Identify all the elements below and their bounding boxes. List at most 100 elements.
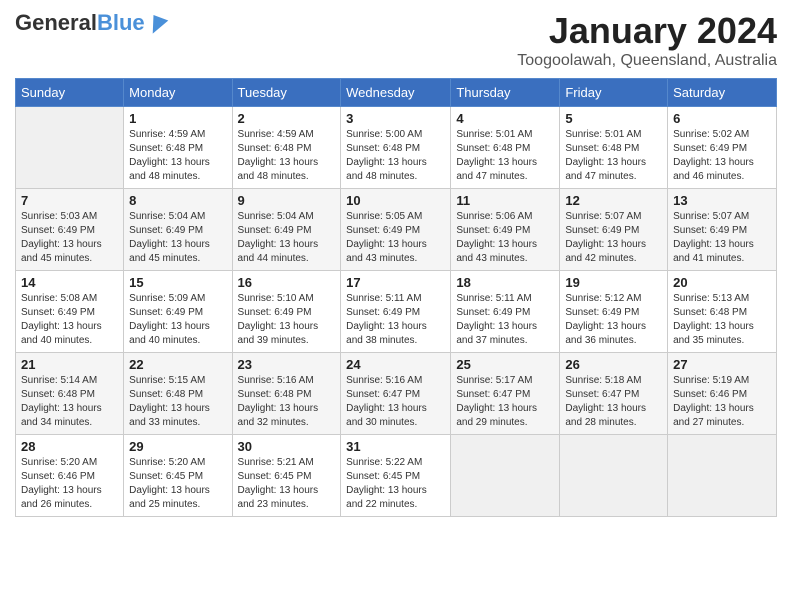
day-number: 10 — [346, 193, 445, 208]
month-title: January 2024 — [517, 10, 777, 52]
day-info: Sunrise: 4:59 AMSunset: 6:48 PMDaylight:… — [238, 128, 336, 184]
page-header: General Blue January 2024 Toogoolawah, Q… — [15, 10, 777, 70]
calendar-cell — [560, 435, 668, 517]
calendar-cell: 22 Sunrise: 5:15 AMSunset: 6:48 PMDayligh… — [124, 353, 232, 435]
day-info: Sunrise: 5:11 AMSunset: 6:49 PMDaylight:… — [346, 292, 445, 348]
day-info: Sunrise: 5:00 AMSunset: 6:48 PMDaylight:… — [346, 128, 445, 184]
day-number: 4 — [456, 111, 554, 126]
day-number: 31 — [346, 439, 445, 454]
calendar-cell — [16, 107, 124, 189]
day-number: 22 — [129, 357, 226, 372]
calendar-cell: 29Sunrise: 5:20 AMSunset: 6:45 PMDayligh… — [124, 435, 232, 517]
calendar-cell: 15 Sunrise: 5:09 AMSunset: 6:49 PMDayligh… — [124, 271, 232, 353]
calendar-cell: 2 Sunrise: 4:59 AMSunset: 6:48 PMDaylight… — [232, 107, 341, 189]
day-info: Sunrise: 5:01 AMSunset: 6:48 PMDaylight:… — [565, 128, 662, 184]
logo-blue: Blue — [97, 10, 145, 36]
day-number: 28 — [21, 439, 118, 454]
day-info: Sunrise: 5:13 AMSunset: 6:48 PMDaylight:… — [673, 292, 771, 348]
day-info: Sunrise: 5:12 AMSunset: 6:49 PMDaylight:… — [565, 292, 662, 348]
calendar-cell: 10Sunrise: 5:05 AMSunset: 6:49 PMDayligh… — [341, 189, 451, 271]
day-info: Sunrise: 5:08 AMSunset: 6:49 PMDaylight:… — [21, 292, 118, 348]
logo-bird-icon — [145, 8, 168, 33]
day-number: 2 — [238, 111, 336, 126]
header-cell-saturday: Saturday — [668, 79, 777, 107]
calendar-cell: 21 Sunrise: 5:14 AMSunset: 6:48 PMDayligh… — [16, 353, 124, 435]
header-cell-tuesday: Tuesday — [232, 79, 341, 107]
day-info: Sunrise: 5:20 AMSunset: 6:45 PMDaylight:… — [129, 456, 226, 512]
calendar-cell: 27Sunrise: 5:19 AMSunset: 6:46 PMDayligh… — [668, 353, 777, 435]
day-info: Sunrise: 5:18 AMSunset: 6:47 PMDaylight:… — [565, 374, 662, 430]
calendar-cell: 9Sunrise: 5:04 AMSunset: 6:49 PMDaylight… — [232, 189, 341, 271]
calendar-cell: 13 Sunrise: 5:07 AMSunset: 6:49 PMDayligh… — [668, 189, 777, 271]
header-row: SundayMondayTuesdayWednesdayThursdayFrid… — [16, 79, 777, 107]
day-info: Sunrise: 5:14 AMSunset: 6:48 PMDaylight:… — [21, 374, 118, 430]
day-number: 7 — [21, 193, 118, 208]
day-number: 3 — [346, 111, 445, 126]
day-number: 1 — [129, 111, 226, 126]
calendar-cell: 11 Sunrise: 5:06 AMSunset: 6:49 PMDayligh… — [451, 189, 560, 271]
day-number: 18 — [456, 275, 554, 290]
header-cell-friday: Friday — [560, 79, 668, 107]
day-number: 24 — [346, 357, 445, 372]
day-info: Sunrise: 5:07 AMSunset: 6:49 PMDaylight:… — [673, 210, 771, 266]
day-info: Sunrise: 5:02 AMSunset: 6:49 PMDaylight:… — [673, 128, 771, 184]
day-number: 23 — [238, 357, 336, 372]
day-number: 20 — [673, 275, 771, 290]
day-info: Sunrise: 5:03 AMSunset: 6:49 PMDaylight:… — [21, 210, 118, 266]
header-cell-thursday: Thursday — [451, 79, 560, 107]
calendar-cell: 12 Sunrise: 5:07 AMSunset: 6:49 PMDayligh… — [560, 189, 668, 271]
calendar-table: SundayMondayTuesdayWednesdayThursdayFrid… — [15, 78, 777, 517]
header-cell-sunday: Sunday — [16, 79, 124, 107]
week-row-5: 28 Sunrise: 5:20 AMSunset: 6:46 PMDayligh… — [16, 435, 777, 517]
day-info: Sunrise: 5:09 AMSunset: 6:49 PMDaylight:… — [129, 292, 226, 348]
calendar-body: 1 Sunrise: 4:59 AMSunset: 6:48 PMDaylight… — [16, 107, 777, 517]
day-info: Sunrise: 5:19 AMSunset: 6:46 PMDaylight:… — [673, 374, 771, 430]
day-info: Sunrise: 5:07 AMSunset: 6:49 PMDaylight:… — [565, 210, 662, 266]
calendar-cell: 1 Sunrise: 4:59 AMSunset: 6:48 PMDaylight… — [124, 107, 232, 189]
day-number: 11 — [456, 193, 554, 208]
day-number: 16 — [238, 275, 336, 290]
day-info: Sunrise: 5:06 AMSunset: 6:49 PMDaylight:… — [456, 210, 554, 266]
day-number: 12 — [565, 193, 662, 208]
calendar-cell: 25Sunrise: 5:17 AMSunset: 6:47 PMDayligh… — [451, 353, 560, 435]
logo-general: General — [15, 10, 97, 36]
day-info: Sunrise: 4:59 AMSunset: 6:48 PMDaylight:… — [129, 128, 226, 184]
calendar-cell: 4 Sunrise: 5:01 AMSunset: 6:48 PMDaylight… — [451, 107, 560, 189]
day-number: 6 — [673, 111, 771, 126]
day-number: 30 — [238, 439, 336, 454]
logo: General Blue — [15, 10, 167, 36]
calendar-cell: 20 Sunrise: 5:13 AMSunset: 6:48 PMDayligh… — [668, 271, 777, 353]
week-row-3: 14Sunrise: 5:08 AMSunset: 6:49 PMDayligh… — [16, 271, 777, 353]
calendar-cell: 24Sunrise: 5:16 AMSunset: 6:47 PMDayligh… — [341, 353, 451, 435]
day-number: 5 — [565, 111, 662, 126]
day-info: Sunrise: 5:10 AMSunset: 6:49 PMDaylight:… — [238, 292, 336, 348]
day-info: Sunrise: 5:20 AMSunset: 6:46 PMDaylight:… — [21, 456, 118, 512]
day-info: Sunrise: 5:16 AMSunset: 6:48 PMDaylight:… — [238, 374, 336, 430]
calendar-cell — [668, 435, 777, 517]
day-number: 21 — [21, 357, 118, 372]
calendar-cell: 8Sunrise: 5:04 AMSunset: 6:49 PMDaylight… — [124, 189, 232, 271]
title-block: January 2024 Toogoolawah, Queensland, Au… — [517, 10, 777, 70]
header-cell-monday: Monday — [124, 79, 232, 107]
day-number: 25 — [456, 357, 554, 372]
calendar-cell: 6 Sunrise: 5:02 AMSunset: 6:49 PMDaylight… — [668, 107, 777, 189]
calendar-cell — [451, 435, 560, 517]
header-cell-wednesday: Wednesday — [341, 79, 451, 107]
day-info: Sunrise: 5:22 AMSunset: 6:45 PMDaylight:… — [346, 456, 445, 512]
day-number: 26 — [565, 357, 662, 372]
week-row-4: 21 Sunrise: 5:14 AMSunset: 6:48 PMDayligh… — [16, 353, 777, 435]
calendar-cell: 31 Sunrise: 5:22 AMSunset: 6:45 PMDayligh… — [341, 435, 451, 517]
calendar-cell: 19Sunrise: 5:12 AMSunset: 6:49 PMDayligh… — [560, 271, 668, 353]
calendar-cell: 30Sunrise: 5:21 AMSunset: 6:45 PMDayligh… — [232, 435, 341, 517]
day-info: Sunrise: 5:15 AMSunset: 6:48 PMDaylight:… — [129, 374, 226, 430]
day-number: 15 — [129, 275, 226, 290]
calendar-cell: 28 Sunrise: 5:20 AMSunset: 6:46 PMDayligh… — [16, 435, 124, 517]
calendar-cell: 3 Sunrise: 5:00 AMSunset: 6:48 PMDaylight… — [341, 107, 451, 189]
calendar-cell: 23 Sunrise: 5:16 AMSunset: 6:48 PMDayligh… — [232, 353, 341, 435]
day-info: Sunrise: 5:01 AMSunset: 6:48 PMDaylight:… — [456, 128, 554, 184]
calendar-cell: 14Sunrise: 5:08 AMSunset: 6:49 PMDayligh… — [16, 271, 124, 353]
calendar-cell: 5 Sunrise: 5:01 AMSunset: 6:48 PMDaylight… — [560, 107, 668, 189]
day-number: 17 — [346, 275, 445, 290]
day-number: 8 — [129, 193, 226, 208]
day-number: 13 — [673, 193, 771, 208]
